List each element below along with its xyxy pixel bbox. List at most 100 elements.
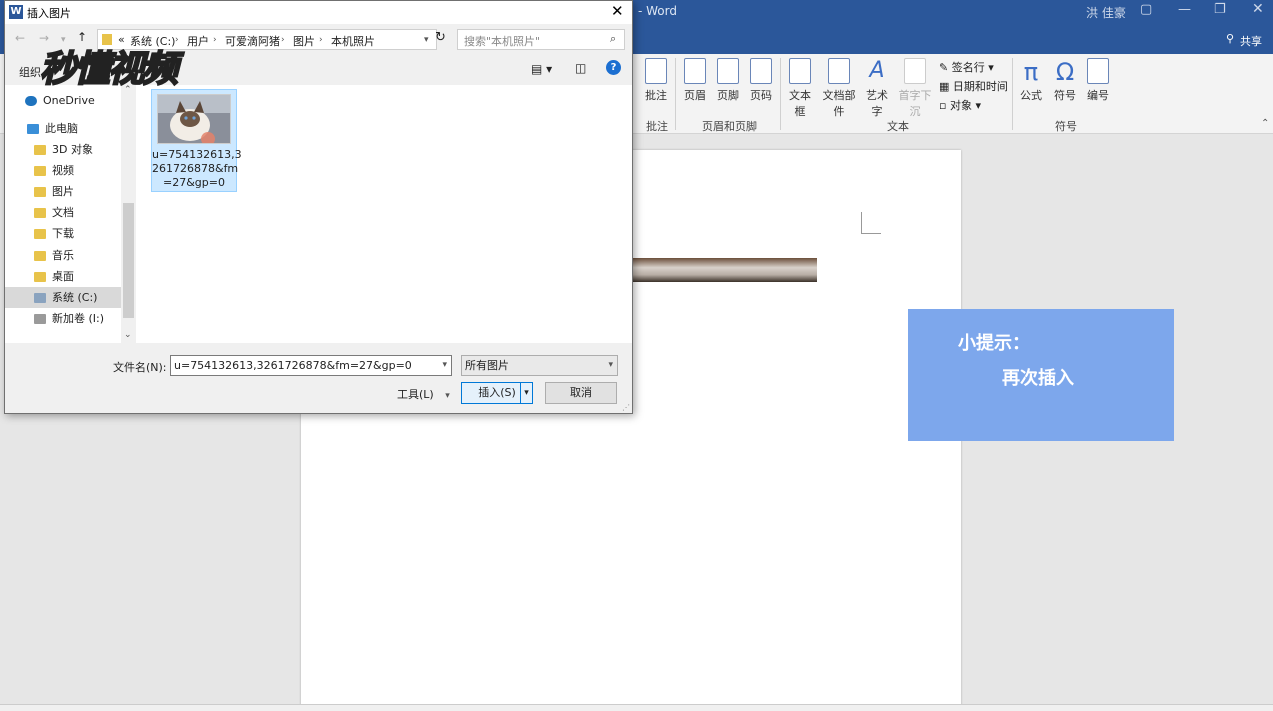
breadcrumb-users[interactable]: 用户: [187, 33, 209, 49]
equation-button[interactable]: π 公式: [1016, 58, 1046, 103]
folder-icon: [34, 272, 46, 282]
quick-parts-button[interactable]: 文档部件: [818, 58, 860, 119]
number-button[interactable]: 编号: [1085, 58, 1111, 103]
share-button[interactable]: 共享: [1240, 33, 1262, 49]
inserted-image-strip[interactable]: [601, 258, 817, 282]
chevron-down-icon[interactable]: ▾: [442, 356, 447, 375]
folder-icon: [34, 145, 46, 155]
restore-icon[interactable]: ❐: [1214, 2, 1226, 17]
chevron-down-icon: ▾: [608, 360, 613, 370]
cat-photo-thumbnail[interactable]: [157, 94, 231, 144]
date-time-button[interactable]: ▦ 日期和时间: [939, 77, 1008, 96]
dialog-close-icon[interactable]: ✕: [611, 2, 624, 20]
number-icon: [1087, 58, 1109, 84]
margin-marker: [861, 212, 881, 234]
user-name: 洪 佳豪: [1086, 6, 1126, 20]
computer-icon: [27, 124, 39, 134]
folder-icon: [34, 166, 46, 176]
chevron-down-icon[interactable]: ▾: [424, 35, 429, 45]
collapse-ribbon-icon[interactable]: ⌃: [1261, 118, 1269, 129]
textbox-icon: [789, 58, 811, 84]
filetype-select[interactable]: 所有图片 ▾: [461, 355, 618, 376]
dialog-title: 插入图片: [27, 7, 71, 20]
insert-dropdown-icon[interactable]: ▾: [520, 383, 532, 403]
chevron-right-icon: ›: [213, 35, 217, 45]
search-icon[interactable]: ⌕: [610, 32, 616, 46]
divider: [780, 58, 781, 130]
ribbon-display-icon[interactable]: ▢: [1140, 2, 1152, 17]
breadcrumb-pictures[interactable]: 图片: [293, 33, 315, 49]
group-label-symbols: 符号: [1055, 120, 1077, 133]
share-icon[interactable]: ⚲: [1226, 32, 1234, 45]
word-app-icon: W: [9, 5, 23, 19]
chevron-right-icon: ›: [319, 35, 323, 45]
filename-label: 文件名(N):: [113, 361, 167, 374]
wordart-button[interactable]: A 艺术字: [861, 58, 893, 119]
view-options-icon[interactable]: ▤ ▾: [531, 62, 552, 76]
textbox-button[interactable]: 文本框: [784, 58, 816, 119]
drive-icon: [34, 293, 46, 303]
page-number-button[interactable]: 页码: [748, 58, 774, 103]
navigation-pane: OneDrive 此电脑 3D 对象 视频 图片 文档 下载 音乐 桌面 系统 …: [5, 85, 136, 343]
folder-icon: [34, 208, 46, 218]
header-button[interactable]: 页眉: [682, 58, 708, 103]
filename-input[interactable]: u=754132613,3261726878&fm=27&gp=0 ▾: [170, 355, 452, 376]
wordart-icon: A: [869, 58, 885, 83]
pi-icon: π: [1023, 58, 1039, 86]
search-input[interactable]: 搜索"本机照片" ⌕: [457, 29, 625, 50]
breadcrumb-local-photos[interactable]: 本机照片: [331, 33, 375, 49]
filetype-value: 所有图片: [465, 359, 509, 372]
footer-icon: [717, 58, 739, 84]
dialog-titlebar: W 插入图片 ✕: [5, 1, 632, 24]
symbol-button[interactable]: Ω 符号: [1050, 58, 1080, 103]
scroll-down-icon[interactable]: ⌄: [124, 330, 132, 340]
insert-button[interactable]: 插入(S) ▾: [461, 382, 533, 404]
group-label-text: 文本: [887, 120, 909, 133]
folder-icon: [34, 229, 46, 239]
omega-icon: Ω: [1055, 58, 1075, 86]
footer-button[interactable]: 页脚: [715, 58, 741, 103]
help-icon[interactable]: ?: [606, 60, 621, 75]
tip-title: 小提示：: [958, 333, 1030, 354]
folder-icon: [34, 187, 46, 197]
minimize-icon[interactable]: —: [1178, 2, 1191, 17]
folder-icon: [34, 251, 46, 261]
filename-value: u=754132613,3261726878&fm=27&gp=0: [174, 359, 412, 372]
cat-photo-image: [158, 95, 230, 143]
comment-button[interactable]: 批注: [642, 58, 670, 103]
back-icon[interactable]: ←: [15, 31, 25, 45]
nav-scrollbar[interactable]: ⌃ ⌄: [121, 85, 136, 343]
status-bar: [0, 704, 1273, 711]
word-title-text: - Word: [638, 4, 677, 18]
comment-icon: [645, 58, 667, 84]
preview-pane-icon[interactable]: ◫: [575, 61, 586, 75]
chevron-right-icon: ›: [281, 35, 285, 45]
tools-button[interactable]: 工具(L) ▾: [397, 386, 450, 402]
drop-cap-icon: [904, 58, 926, 84]
tip-box: 小提示： 再次插入: [908, 309, 1174, 441]
chevron-down-icon: ▾: [445, 391, 450, 401]
resize-grip-icon[interactable]: ⋰: [622, 403, 630, 412]
text-side-list: ✎ 签名行 ▾ ▦ 日期和时间 ▫ 对象 ▾: [939, 58, 1008, 115]
scroll-thumb[interactable]: [123, 203, 134, 318]
close-window-icon[interactable]: ✕: [1252, 1, 1264, 17]
quick-parts-icon: [828, 58, 850, 84]
tip-body: 再次插入: [1002, 368, 1074, 389]
drive-icon: [34, 314, 46, 324]
object-button[interactable]: ▫ 对象 ▾: [939, 96, 1008, 115]
nav-item-drive-c[interactable]: 系统 (C:): [5, 287, 121, 308]
group-label-header-footer: 页眉和页脚: [702, 120, 757, 133]
cancel-button[interactable]: 取消: [545, 382, 617, 404]
search-placeholder: 搜索"本机照片": [464, 35, 541, 48]
divider: [675, 58, 676, 130]
divider: [1012, 58, 1013, 130]
group-label-comment: 批注: [646, 120, 668, 133]
refresh-icon[interactable]: ↻: [435, 30, 446, 45]
cloud-icon: [25, 96, 37, 106]
file-name-label: u=754132613,3 261726878&fm =27&gp=0: [152, 148, 242, 189]
organize-button[interactable]: 组织: [19, 64, 41, 80]
signature-line-button[interactable]: ✎ 签名行 ▾: [939, 58, 1008, 77]
watermark-logo: 秒懂视频: [39, 48, 179, 91]
drop-cap-button[interactable]: 首字下沉: [894, 58, 936, 119]
breadcrumb-user[interactable]: 可爱滴阿猪: [225, 33, 280, 49]
